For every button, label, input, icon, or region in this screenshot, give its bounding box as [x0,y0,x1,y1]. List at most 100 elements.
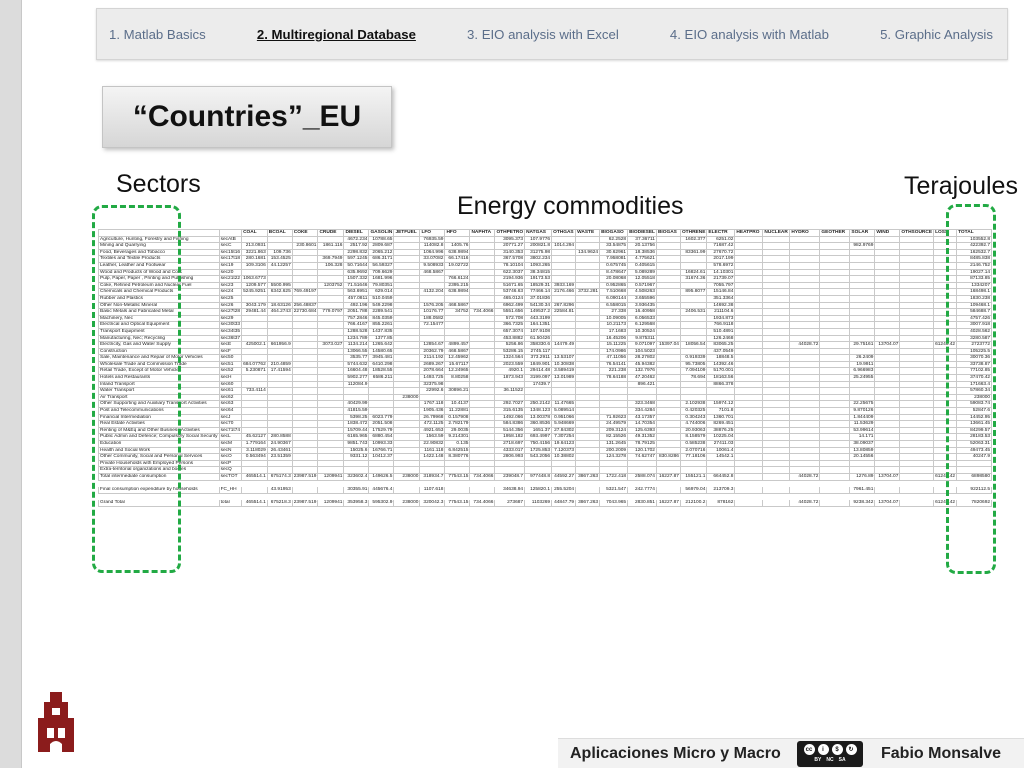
value-cell [874,374,901,382]
value-cell [874,466,901,474]
value-cell: 1093.265 [524,261,553,270]
value-cell: 24.90367 [266,440,293,448]
value-cell: 7101.8 [706,407,736,415]
value-cell: 30.62961 [599,248,629,257]
value-cell [241,334,268,343]
value-cell [469,420,496,428]
value-cell [291,380,319,389]
value-cell [789,413,821,422]
cc-icon: cc [803,744,815,755]
value-cell [266,420,293,428]
value-cell: 3073.027 [317,341,345,349]
sector-code-cell: sec27t28 [218,308,243,316]
column-header: GASOLIN [368,229,395,237]
value-cell [899,334,935,343]
value-cell [575,255,601,263]
value-cell: 23987.519 [291,499,319,507]
value-cell [734,466,764,474]
value-cell: 1492.066 [494,413,526,422]
value-cell [655,426,681,435]
value-cell [419,275,446,283]
nav-tab[interactable]: 4. EIO analysis with Matlab [670,27,829,42]
value-cell: 15.67117 [444,360,471,369]
value-cell [789,407,821,415]
value-cell [551,268,577,277]
value-cell [393,360,421,369]
value-cell: 1014.294 [551,242,577,250]
value-cell [849,466,876,474]
value-cell: 896.421 [627,380,657,389]
value-cell: 17439.7 [524,380,553,389]
left-decorative-strip [0,0,22,768]
value-cell: 27.338 [599,308,629,316]
value-cell [874,288,901,296]
value-cell [291,255,319,263]
value-cell [899,407,935,415]
value-cell [266,321,293,329]
value-cell: 16227.87 [655,499,681,507]
value-cell: 2830.851 [627,499,657,507]
value-cell: 6586.211 [368,374,395,382]
value-cell: 78.79125 [627,440,657,448]
value-cell [317,387,345,395]
value-cell: 0.675745 [599,261,629,270]
title-box: “Countries”_EU [102,86,392,148]
nav-tab[interactable]: 2. Multiregional Database [257,27,416,42]
sector-code-cell: secJ [218,413,243,422]
value-cell [393,367,421,376]
value-cell [819,281,851,290]
value-cell [291,321,319,329]
column-header: SOLAR [849,229,876,237]
value-cell [874,446,901,455]
value-cell: 30896.21 [444,387,471,395]
table-row: Pulp, Paper, Paper , Printing and Publis… [98,275,993,283]
value-cell [266,235,293,244]
value-cell [762,261,791,270]
table-row: Wholesale Trade and Commission Trade sec5… [98,360,993,369]
nav-tab[interactable]: 3. EIO analysis with Excel [467,27,619,42]
value-cell: 6.056533 [627,314,657,323]
value-cell: 3.655596 [627,294,657,303]
value-cell: 66.17416 [444,255,471,263]
value-cell [899,440,935,448]
value-cell [734,281,764,290]
energy-use-table: COAL BCOAL COKE CRUDE DIESEL GASOLIN JETFUEL LF… [98,229,993,507]
value-cell [655,327,681,336]
nav-tab[interactable]: 1. Matlab Basics [109,27,206,42]
value-cell [291,400,319,409]
nav-tab[interactable]: 5. Graphic Analysis [880,27,993,42]
value-cell: 2078.664 [419,367,446,376]
value-cell: 221.238 [599,367,629,376]
sector-code-cell: sec26 [218,301,243,310]
value-cell: 6.842515 [444,446,471,455]
column-header: JETFUEL [393,229,421,237]
value-cell [655,255,681,263]
value-cell: 16604.48 [343,367,370,376]
value-cell [819,407,851,415]
value-cell [317,466,345,474]
value-cell [899,314,935,323]
table-row: Other Community, Social and Personal Ser… [98,453,993,461]
value-cell: 20.13756 [627,242,657,250]
value-cell [789,466,821,474]
value-cell: 45.62127 [241,433,268,441]
value-cell: 149537.2 [524,308,553,316]
value-cell [762,354,791,362]
value-cell: 2395.215 [444,281,471,290]
value-cell [393,400,421,409]
value-cell: 72.15477 [419,321,446,329]
value-cell [266,268,293,277]
value-cell: 213.0931 [241,242,268,250]
sectors-annotation: Sectors [116,170,201,198]
value-cell [899,347,935,356]
column-header: COAL [241,229,268,237]
table-row: Grand Total total 465514.1 675218.3 23987.51… [98,499,993,507]
value-cell [762,407,791,415]
value-cell: 10993.33 [368,440,395,448]
value-cell [241,347,268,356]
sector-code-cell: sec30t33 [218,321,243,329]
value-cell: 7043.965 [599,499,629,507]
value-cell [762,387,791,395]
value-cell [551,261,577,270]
value-cell [789,440,821,448]
